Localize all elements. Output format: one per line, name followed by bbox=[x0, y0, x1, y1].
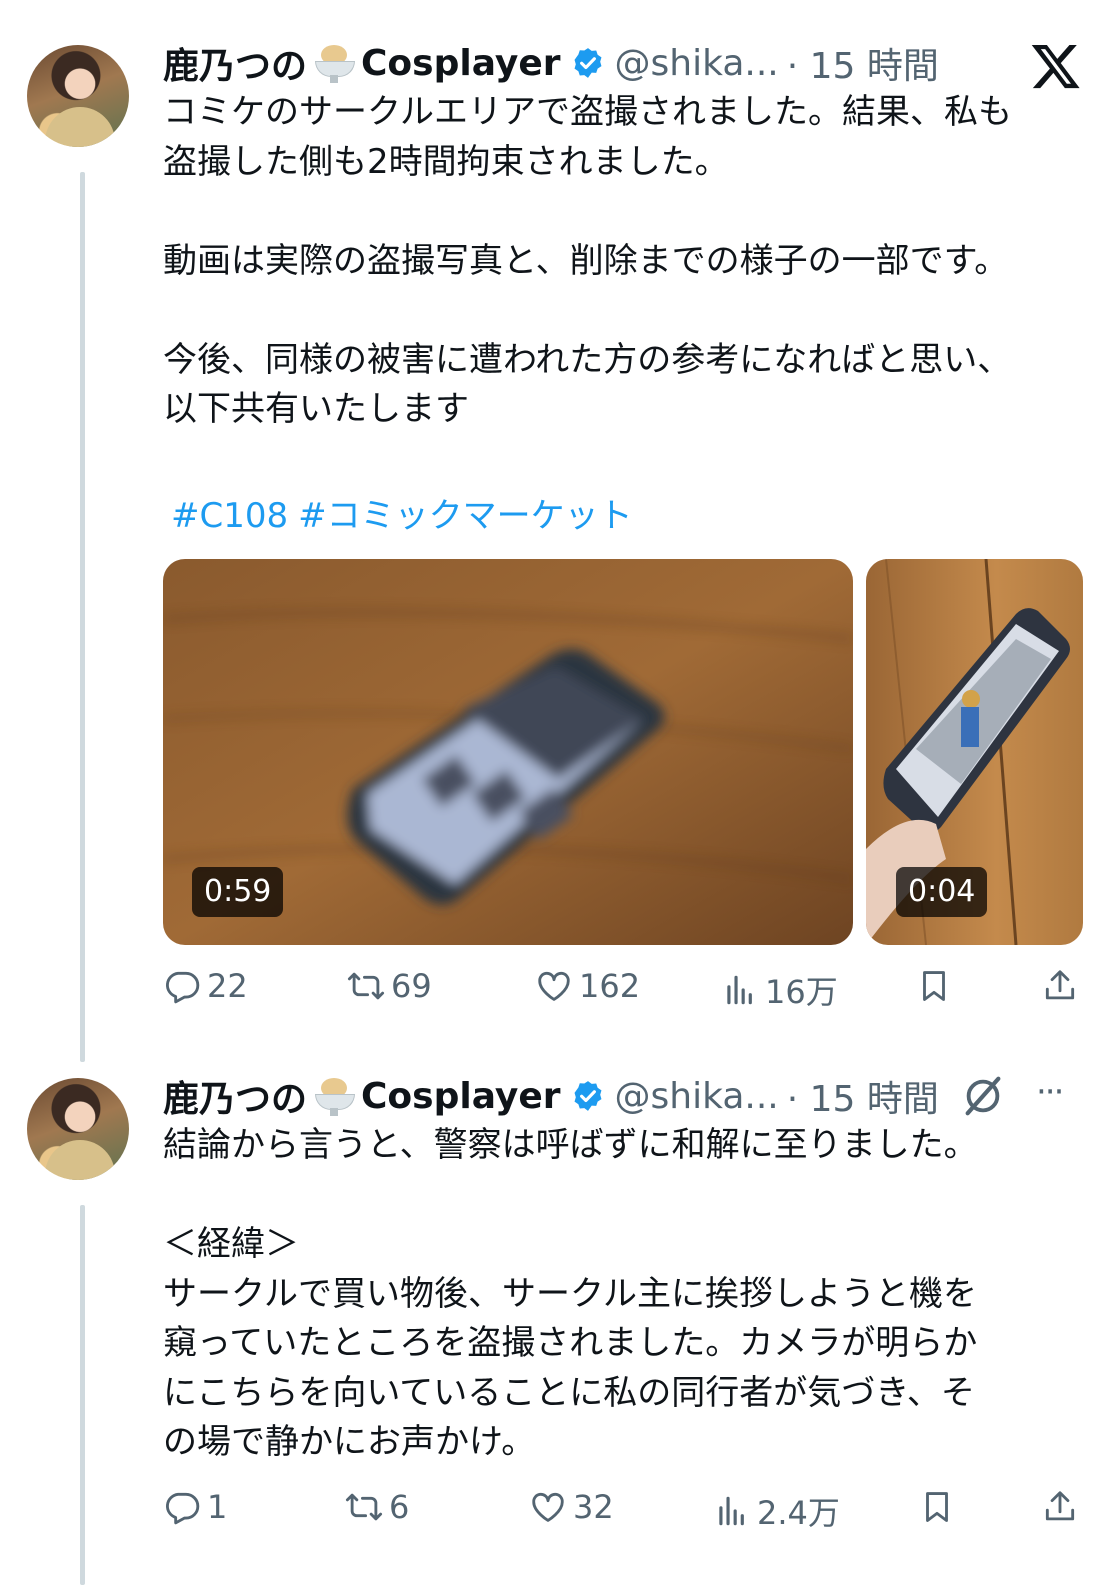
views-count: 16万 bbox=[765, 973, 838, 1011]
tweet-actions: 22 69 162 16万 bbox=[163, 967, 1083, 1017]
video-thumbnail[interactable]: 0:04 bbox=[866, 559, 1083, 945]
reply-button[interactable]: 1 bbox=[163, 1488, 227, 1526]
like-icon bbox=[538, 971, 570, 1001]
video-duration: 0:59 bbox=[192, 867, 284, 917]
tweet-time[interactable]: · 15 時間 bbox=[787, 37, 939, 89]
views-button[interactable]: 16万 bbox=[721, 967, 838, 1013]
avatar[interactable] bbox=[27, 1078, 129, 1180]
reply-button[interactable]: 22 bbox=[163, 967, 248, 1005]
bookmark-icon bbox=[923, 971, 945, 1001]
author-suffix[interactable]: Cosplayer bbox=[361, 43, 561, 84]
views-count: 2.4万 bbox=[757, 1494, 840, 1532]
author-name[interactable]: 鹿乃つの bbox=[163, 1070, 307, 1122]
hashtag-link[interactable]: #C108 bbox=[171, 496, 288, 536]
tweet-text: 結論から言うと、警察は呼ばずに和解に至りました。 ＜経緯＞ サークルで買い物後、… bbox=[163, 1121, 1063, 1468]
reply-count: 1 bbox=[207, 1488, 228, 1526]
verified-badge-icon[interactable] bbox=[571, 46, 605, 80]
more-icon[interactable]: ··· bbox=[1036, 1072, 1064, 1112]
tweet-paragraph: 結論から言うと、警察は呼ばずに和解に至りました。 bbox=[163, 1125, 978, 1165]
like-icon bbox=[532, 1492, 564, 1522]
tweet-paragraph: ＜経緯＞ サークルで買い物後、サークル主に挨拶しようと機を 窺っていたところを盗… bbox=[163, 1224, 978, 1462]
repost-icon bbox=[347, 972, 385, 1000]
share-icon bbox=[1045, 970, 1075, 1000]
author-handle[interactable]: @shika... bbox=[615, 1076, 779, 1117]
reply-icon bbox=[166, 1492, 200, 1525]
tweet-text: コミケのサークルエリアで盗撮されました。結果、私も 盗撮した側も2時間拘束されま… bbox=[163, 88, 1063, 435]
repost-button[interactable]: 6 bbox=[345, 1488, 409, 1526]
verified-badge-icon[interactable] bbox=[571, 1079, 605, 1113]
grok-icon[interactable] bbox=[960, 1073, 1006, 1119]
bookmark-button[interactable] bbox=[918, 1488, 962, 1526]
tweet-paragraph: コミケのサークルエリアで盗撮されました。結果、私も 盗撮した側も2時間拘束されま… bbox=[163, 92, 1012, 182]
ice-cream-emoji-icon bbox=[311, 43, 357, 83]
views-button[interactable]: 2.4万 bbox=[713, 1488, 840, 1534]
repost-button[interactable]: 69 bbox=[347, 967, 432, 1005]
reply-icon bbox=[166, 971, 200, 1004]
share-icon bbox=[1045, 1491, 1075, 1521]
author-name[interactable]: 鹿乃つの bbox=[163, 37, 307, 89]
thread-line bbox=[80, 1205, 85, 1585]
like-count: 32 bbox=[573, 1488, 614, 1526]
hashtags: #C108 #コミックマーケット bbox=[171, 488, 643, 537]
tweet-header: 鹿乃つの Cosplayer @shika... · 15 時間 bbox=[163, 37, 939, 89]
views-icon bbox=[719, 1496, 744, 1526]
avatar[interactable] bbox=[27, 45, 129, 147]
tweet-header: 鹿乃つの Cosplayer @shika... · 15 時間 bbox=[163, 1070, 939, 1122]
bookmark-icon bbox=[926, 1492, 948, 1522]
share-button[interactable] bbox=[1041, 967, 1085, 1005]
views-icon bbox=[727, 975, 752, 1005]
bookmark-button[interactable] bbox=[915, 967, 959, 1005]
repost-count: 6 bbox=[389, 1488, 410, 1526]
tweet-actions: 1 6 32 2.4万 bbox=[163, 1488, 1083, 1538]
tweet-paragraph: 今後、同様の被害に遭われた方の参考になればと思い、 以下共有いたします bbox=[163, 339, 1012, 430]
author-handle[interactable]: @shika... bbox=[615, 43, 779, 84]
share-button[interactable] bbox=[1041, 1488, 1085, 1526]
like-count: 162 bbox=[579, 967, 641, 1005]
repost-icon bbox=[345, 1493, 383, 1521]
tweet-time[interactable]: · 15 時間 bbox=[787, 1070, 939, 1122]
thread-line bbox=[80, 172, 85, 1062]
tweet-paragraph: 動画は実際の盗撮写真と、削除までの様子の一部です。 bbox=[163, 240, 1009, 281]
video-thumbnail[interactable]: 0:59 bbox=[163, 559, 853, 945]
video-duration: 0:04 bbox=[896, 867, 988, 917]
hashtag-link[interactable]: #コミックマーケット bbox=[298, 496, 633, 536]
author-suffix[interactable]: Cosplayer bbox=[361, 1076, 561, 1117]
repost-count: 69 bbox=[391, 967, 432, 1005]
ice-cream-emoji-icon bbox=[311, 1076, 357, 1116]
reply-count: 22 bbox=[207, 967, 248, 1005]
like-button[interactable]: 162 bbox=[535, 967, 640, 1005]
x-logo-icon[interactable] bbox=[1030, 40, 1082, 92]
like-button[interactable]: 32 bbox=[529, 1488, 614, 1526]
